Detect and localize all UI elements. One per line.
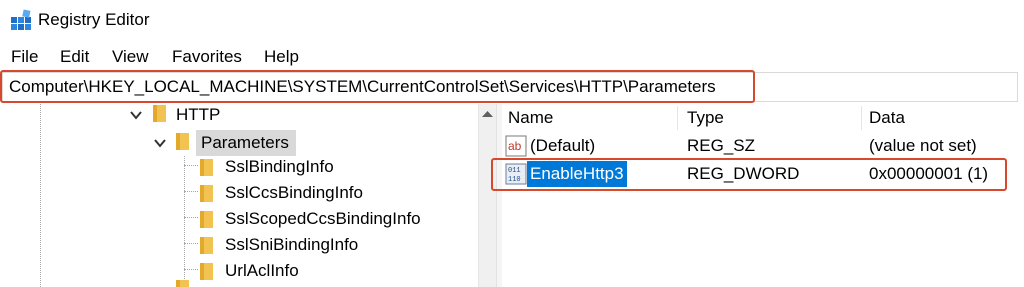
menu-edit[interactable]: Edit — [58, 44, 91, 70]
value-data: 0x00000001 (1) — [869, 164, 989, 183]
column-header-type[interactable]: Type — [687, 104, 724, 132]
folder-icon — [176, 280, 189, 287]
value-type: REG_SZ — [687, 136, 756, 155]
value-name-selected[interactable]: EnableHttp3 — [527, 161, 627, 187]
svg-text:011: 011 — [508, 167, 521, 175]
value-name: (Default) — [530, 136, 596, 155]
dword-value-icon: 011 110 — [505, 163, 527, 185]
column-divider[interactable] — [861, 106, 862, 130]
folder-icon — [200, 263, 213, 280]
registry-editor-icon — [11, 9, 31, 30]
column-header-name[interactable]: Name — [508, 104, 553, 132]
tree-pane[interactable]: HTTP Parameters SslBindingInfo SslCcsBin… — [0, 104, 478, 287]
chevron-down-icon[interactable] — [153, 136, 167, 150]
tree-item-label: UrlAclInfo — [225, 261, 299, 280]
string-value-icon: ab — [505, 135, 527, 157]
menu-view[interactable]: View — [110, 44, 151, 70]
value-data: (value not set) — [869, 136, 977, 155]
tree-item-label: HTTP — [176, 105, 221, 124]
menu-file[interactable]: File — [9, 44, 40, 70]
folder-icon — [153, 105, 166, 122]
folder-icon — [176, 133, 189, 150]
string-value-icon-text: ab — [508, 139, 522, 153]
title-bar: Registry Editor — [0, 0, 1024, 40]
tree-item-sslbindinginfo[interactable]: SslBindingInfo — [0, 154, 478, 180]
tree-item-sslscopedccsbindinginfo[interactable]: SslScopedCcsBindingInfo — [0, 206, 478, 232]
address-path[interactable]: Computer\HKEY_LOCAL_MACHINE\SYSTEM\Curre… — [9, 76, 716, 98]
tree-scrollbar[interactable] — [478, 104, 496, 287]
list-row-default[interactable]: ab (Default) REG_SZ (value not set) — [501, 133, 1024, 159]
window-title: Registry Editor — [38, 10, 150, 29]
tree-item-urlaclinfo[interactable]: UrlAclInfo — [0, 258, 478, 284]
list-row-enablehttp3[interactable]: 011 110 EnableHttp3 REG_DWORD 0x00000001… — [501, 161, 1024, 187]
tree-item-label: SslScopedCcsBindingInfo — [225, 209, 421, 228]
tree-item-label: SslCcsBindingInfo — [225, 183, 363, 202]
address-bar[interactable]: Computer\HKEY_LOCAL_MACHINE\SYSTEM\Curre… — [2, 72, 1018, 102]
folder-icon — [200, 211, 213, 228]
chevron-down-icon[interactable] — [129, 108, 143, 122]
tree-item-sslsnibindinginfo[interactable]: SslSniBindingInfo — [0, 232, 478, 258]
svg-text:110: 110 — [508, 176, 521, 184]
folder-icon — [200, 237, 213, 254]
scroll-up-icon[interactable] — [482, 110, 493, 118]
value-type: REG_DWORD — [687, 164, 800, 183]
tree-item-http[interactable]: HTTP — [0, 104, 478, 128]
column-header-data[interactable]: Data — [869, 104, 905, 132]
menu-help[interactable]: Help — [262, 44, 301, 70]
tree-item-label: SslBindingInfo — [225, 157, 334, 176]
menu-bar: File Edit View Favorites Help — [0, 44, 1024, 70]
tree-item-parameters[interactable]: Parameters — [0, 128, 478, 154]
values-list[interactable]: Name Type Data ab (Default) REG_SZ (valu… — [501, 104, 1024, 287]
tree-item-label: SslSniBindingInfo — [225, 235, 359, 254]
tree-item-sslccsbindinginfo[interactable]: SslCcsBindingInfo — [0, 180, 478, 206]
tree-item-label: Parameters — [201, 133, 289, 152]
menu-favorites[interactable]: Favorites — [170, 44, 244, 70]
folder-icon — [200, 159, 213, 176]
folder-icon — [200, 185, 213, 202]
column-divider[interactable] — [677, 106, 678, 130]
